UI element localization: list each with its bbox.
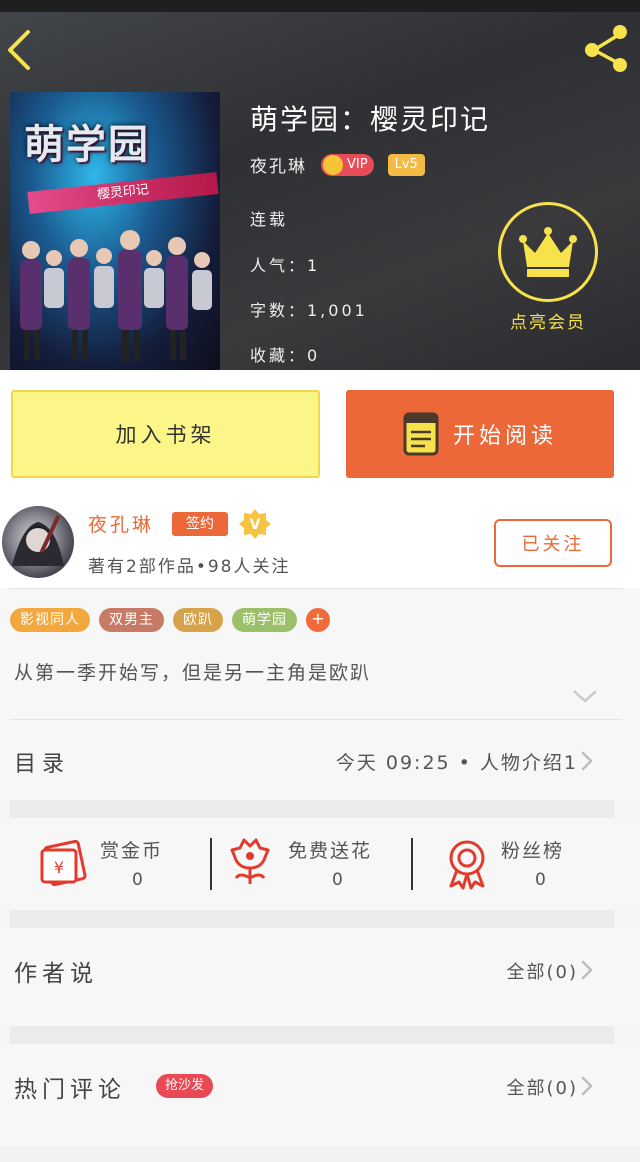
fan-ranking-label: 粉丝榜 xyxy=(501,840,565,862)
vip-badge: VIP xyxy=(321,153,374,176)
crown-icon xyxy=(323,154,343,175)
book-cover[interactable]: 萌学园 樱灵印记 xyxy=(10,92,220,370)
book-icon xyxy=(403,412,439,456)
add-to-shelf-label: 加入书架 xyxy=(115,423,216,447)
author-says-row[interactable]: 作者说 全部(0) xyxy=(0,928,640,1026)
divider xyxy=(10,588,622,589)
book-word-count: 字数：1,001 xyxy=(250,301,368,320)
book-description: 从第一季开始写，但是另一主角是欧趴 xyxy=(14,662,372,684)
tag-item[interactable]: 萌学园 xyxy=(232,608,297,632)
verified-v-icon: V xyxy=(239,509,271,539)
action-bar: 加入书架 开始阅读 xyxy=(0,370,640,492)
chevron-down-icon[interactable] xyxy=(572,688,598,706)
add-to-shelf-button[interactable]: 加入书架 xyxy=(11,390,320,478)
start-reading-label: 开始阅读 xyxy=(452,424,557,449)
svg-text:¥: ¥ xyxy=(54,858,64,877)
more-tags-button[interactable]: + xyxy=(306,608,330,632)
send-flowers-button[interactable]: 免费送花 0 xyxy=(212,818,412,910)
fan-ranking-button[interactable]: 粉丝榜 0 xyxy=(413,818,613,910)
first-comment-badge[interactable]: 抢沙发 xyxy=(156,1074,214,1098)
tag-item[interactable]: 影视同人 xyxy=(10,608,90,632)
tag-item[interactable]: 双男主 xyxy=(99,608,164,632)
book-status: 连载 xyxy=(250,210,289,229)
gift-bar: ¥ 赏金币 0 免费送花 0 粉丝榜 0 xyxy=(0,818,640,910)
activate-vip-button[interactable] xyxy=(498,202,598,302)
reward-coins-label: 赏金币 xyxy=(100,840,164,862)
medal-icon xyxy=(449,840,485,890)
author-card: 夜孔琳 签约 V 著有2部作品•98人关注 已关注 xyxy=(0,492,640,588)
toc-label: 目录 xyxy=(14,752,71,777)
fan-ranking-count: 0 xyxy=(535,870,546,890)
cover-title: 萌学园 xyxy=(24,121,150,168)
author-name[interactable]: 夜孔琳 xyxy=(88,510,154,537)
crown-icon xyxy=(519,227,577,277)
avatar-illustration xyxy=(12,515,64,566)
book-popularity: 人气：1 xyxy=(250,256,321,275)
chevron-right-icon xyxy=(581,751,593,771)
follow-label: 已关注 xyxy=(521,534,585,555)
reward-coins-count: 0 xyxy=(132,870,143,890)
section-gap xyxy=(10,1026,614,1044)
chevron-right-icon xyxy=(581,960,593,980)
level-badge: Lv5 xyxy=(387,153,425,176)
signed-badge: 签约 xyxy=(172,512,228,536)
vip-label: VIP xyxy=(347,157,368,172)
book-title: 萌学园：樱灵印记 xyxy=(250,103,491,136)
tag-item[interactable]: 欧趴 xyxy=(173,608,223,632)
status-bar xyxy=(0,0,640,12)
cover-subtitle: 樱灵印记 xyxy=(27,172,219,214)
svg-text:V: V xyxy=(250,517,261,533)
share-icon xyxy=(585,25,627,72)
author-says-title: 作者说 xyxy=(14,961,98,987)
back-button[interactable] xyxy=(0,20,48,76)
tag-list: 影视同人 双男主 欧趴 萌学园 + xyxy=(10,608,330,632)
book-author-row: 夜孔琳 VIP Lv5 xyxy=(250,152,425,177)
chevron-right-icon xyxy=(581,1076,593,1096)
section-gap xyxy=(10,800,614,818)
send-flowers-label: 免费送花 xyxy=(288,840,373,862)
activate-vip-label[interactable]: 点亮会员 xyxy=(496,308,600,333)
reward-coins-button[interactable]: ¥ 赏金币 0 xyxy=(0,818,210,910)
latest-chapter: 今天 09:25 • 人物介绍1 xyxy=(335,752,578,774)
table-of-contents-row[interactable]: 目录 今天 09:25 • 人物介绍1 xyxy=(0,720,640,800)
flower-icon xyxy=(230,838,270,884)
book-favorites: 收藏：0 xyxy=(250,346,321,365)
author-stats: 著有2部作品•98人关注 xyxy=(88,557,291,577)
hot-comments-row[interactable]: 热门评论 抢沙发 全部(0) xyxy=(0,1044,640,1146)
send-flowers-count: 0 xyxy=(332,870,343,890)
list-continuation xyxy=(0,1146,640,1162)
tags-description-section: 影视同人 双男主 欧趴 萌学园 + 从第一季开始写，但是另一主角是欧趴 xyxy=(0,588,640,720)
author-avatar[interactable] xyxy=(2,506,74,578)
hot-comments-all[interactable]: 全部(0) xyxy=(507,1074,579,1100)
section-gap xyxy=(10,910,614,928)
share-button[interactable] xyxy=(580,20,634,76)
red-envelope-icon: ¥ xyxy=(40,840,87,886)
hot-comments-title: 热门评论 xyxy=(14,1077,126,1103)
follow-button[interactable]: 已关注 xyxy=(494,519,612,567)
cover-characters-illustration xyxy=(20,230,212,362)
start-reading-button[interactable]: 开始阅读 xyxy=(346,390,614,478)
chevron-left-icon xyxy=(8,30,30,70)
book-header: 萌学园 樱灵印记 萌学园：樱灵印记 夜孔琳 VIP Lv5 连载 人气：1 字数… xyxy=(0,0,640,370)
author-says-all[interactable]: 全部(0) xyxy=(507,958,579,984)
book-author-name[interactable]: 夜孔琳 xyxy=(250,152,307,177)
